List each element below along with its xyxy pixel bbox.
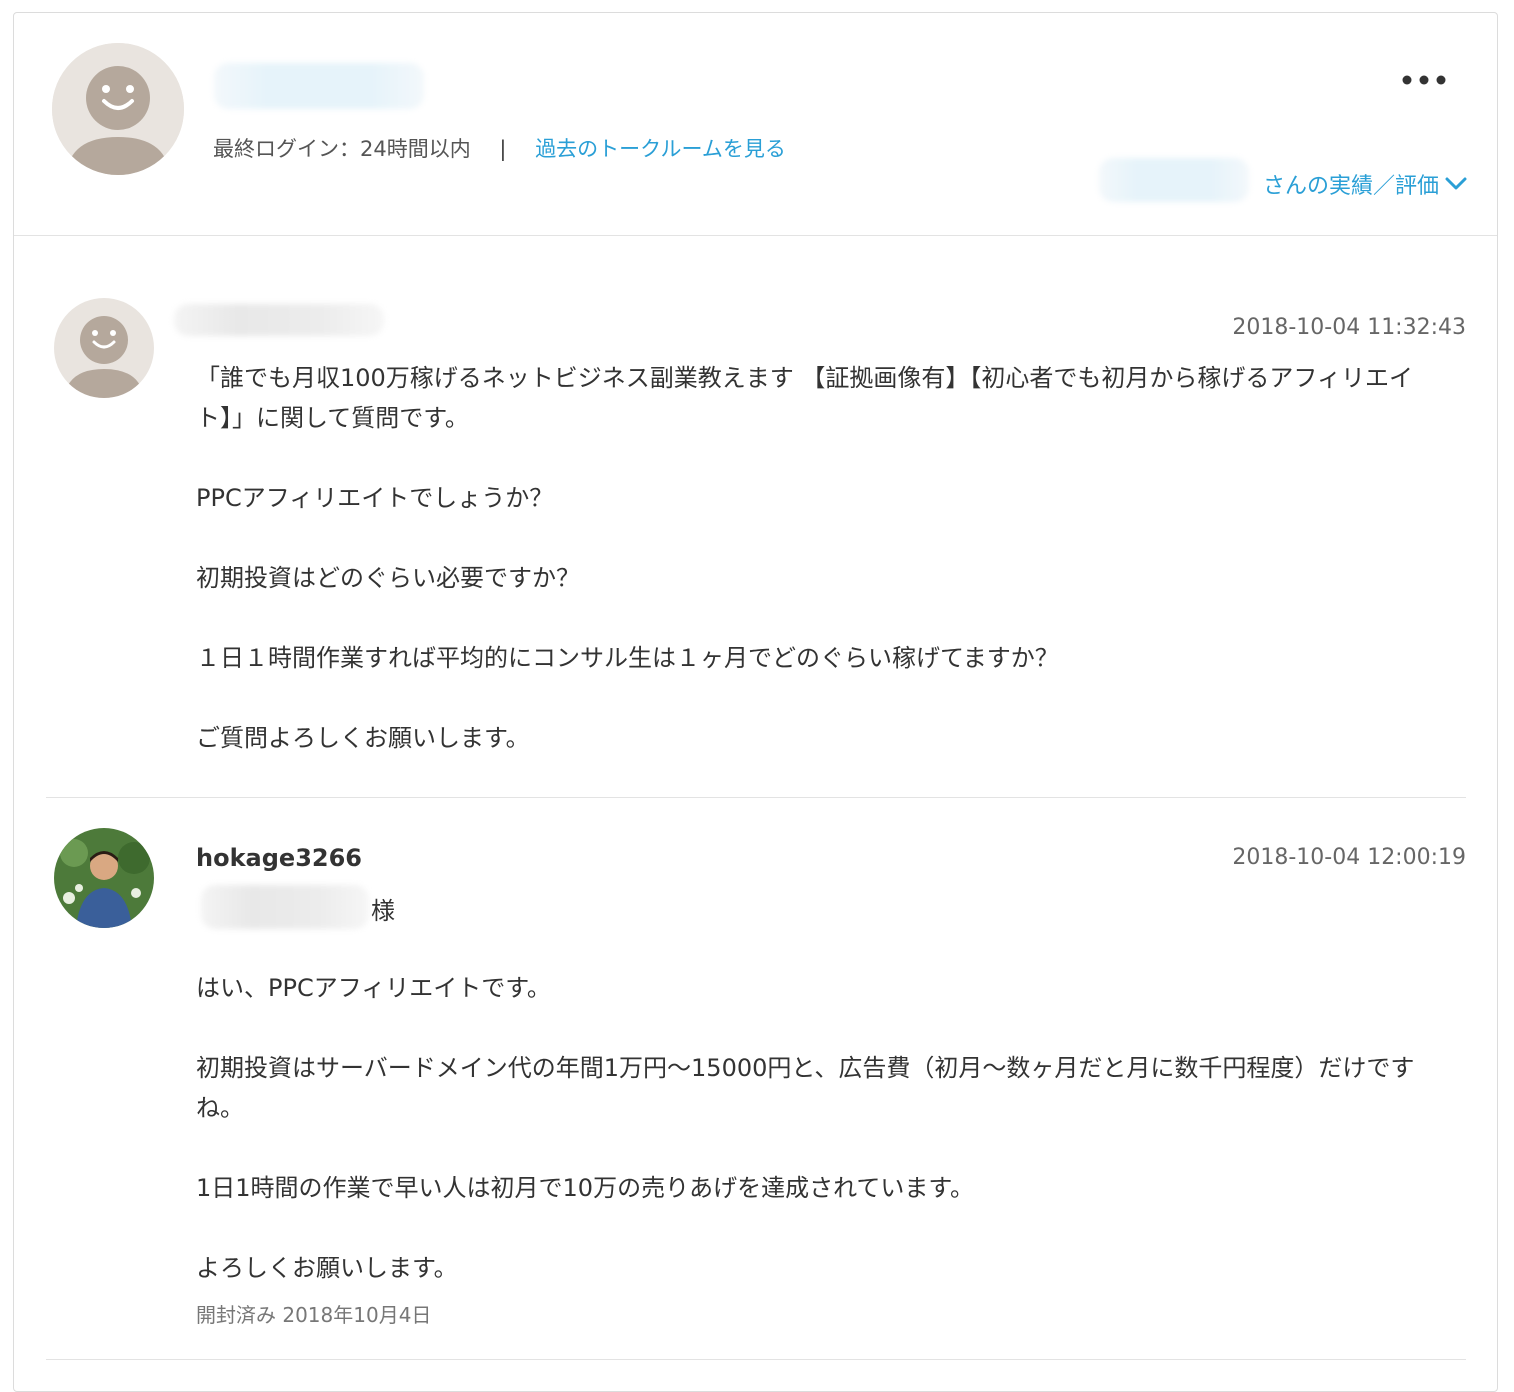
message-line: PPCアフィリエイトでしょうか？ bbox=[196, 484, 554, 512]
message-body: 「誰でも月収100万稼げるネットビジネス副業教えます 【証拠画像有】【初心者でも… bbox=[196, 358, 1456, 758]
default-avatar-icon bbox=[52, 43, 184, 175]
partner-avatar[interactable] bbox=[52, 43, 184, 175]
message-line: はい、PPCアフィリエイトです。 bbox=[196, 974, 551, 1002]
message-item: 2018-10-04 11:32:43 「誰でも月収100万稼げるネットビジネス… bbox=[46, 298, 1466, 798]
past-talk-rooms-link[interactable]: 過去のトークルームを見る bbox=[535, 137, 786, 161]
talk-room-card: 最終ログイン：24時間以内 | 過去のトークルームを見る さんの実績／評価 20… bbox=[13, 12, 1498, 1392]
message-line: １日１時間作業すれば平均的にコンサル生は１ヶ月でどのぐらい稼げてますか？ bbox=[196, 644, 1059, 672]
message-line: よろしくお願いします。 bbox=[196, 1254, 458, 1282]
partner-header: 最終ログイン：24時間以内 | 過去のトークルームを見る さんの実績／評価 bbox=[14, 13, 1497, 236]
separator: | bbox=[499, 137, 507, 161]
message-body: はい、PPCアフィリエイトです。 初期投資はサーバードメイン代の年間1万円〜15… bbox=[196, 968, 1456, 1288]
chevron-down-icon bbox=[1445, 177, 1467, 190]
partner-meta: 最終ログイン：24時間以内 | 過去のトークルームを見る bbox=[213, 133, 786, 163]
sender-name[interactable]: hokage3266 bbox=[196, 844, 362, 872]
sender-avatar[interactable] bbox=[54, 298, 154, 398]
partner-name-redacted-2 bbox=[1099, 158, 1249, 202]
message-divider bbox=[46, 797, 1466, 798]
message-timestamp: 2018-10-04 12:00:19 bbox=[1232, 845, 1466, 870]
partner-rating-link[interactable]: さんの実績／評価 bbox=[1263, 168, 1467, 200]
read-status: 開封済み 2018年10月4日 bbox=[196, 1303, 432, 1327]
message-line: 初期投資はどのぐらい必要ですか？ bbox=[196, 564, 580, 592]
partner-name-redacted bbox=[214, 63, 424, 109]
message-line: 「誰でも月収100万稼げるネットビジネス副業教えます 【証拠画像有】【初心者でも… bbox=[196, 364, 1413, 432]
message-item: hokage3266 2018-10-04 12:00:19 様 はい、PPCア… bbox=[46, 828, 1466, 1348]
message-line: 初期投資はサーバードメイン代の年間1万円〜15000円と、広告費（初月〜数ヶ月だ… bbox=[196, 1054, 1415, 1122]
more-horizontal-icon bbox=[1402, 75, 1446, 85]
rating-link-label: さんの実績／評価 bbox=[1262, 174, 1439, 199]
seller-photo-avatar bbox=[54, 828, 154, 928]
message-timestamp: 2018-10-04 11:32:43 bbox=[1232, 315, 1466, 340]
recipient-name-redacted bbox=[201, 885, 369, 929]
message-line: ご質問よろしくお願いします。 bbox=[196, 724, 530, 752]
more-options-button[interactable] bbox=[1401, 65, 1447, 86]
default-avatar-icon bbox=[54, 298, 154, 398]
message-divider bbox=[46, 1359, 1466, 1360]
sender-avatar[interactable] bbox=[54, 828, 154, 928]
message-line: 1日1時間の作業で早い人は初月で10万の売りあげを達成されています。 bbox=[196, 1174, 974, 1202]
sender-name-redacted bbox=[174, 304, 384, 336]
last-login-text: 最終ログイン：24時間以内 bbox=[213, 137, 471, 161]
salutation-suffix: 様 bbox=[371, 897, 395, 925]
